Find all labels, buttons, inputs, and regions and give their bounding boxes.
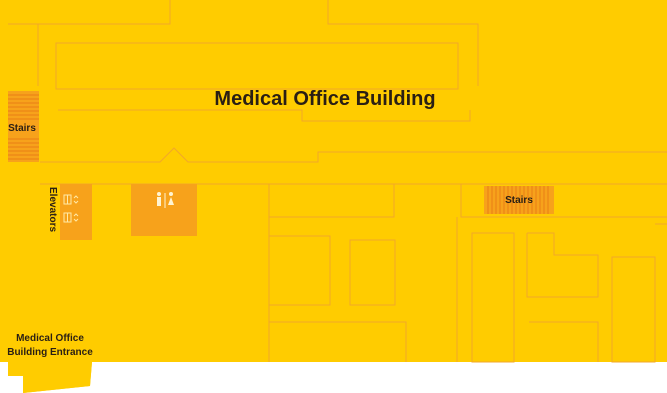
building-floor <box>0 0 667 393</box>
stairs-left-label: Stairs <box>8 123 36 134</box>
building-title: Medical Office Building <box>214 88 436 110</box>
entrance-label: Medical Office Building Entrance <box>7 333 93 358</box>
stairs-right-label: Stairs <box>505 195 533 206</box>
elevators-block <box>60 184 92 240</box>
restroom <box>131 184 197 236</box>
floor-plan-map <box>0 0 667 393</box>
elevators-label: Elevators <box>47 187 58 233</box>
